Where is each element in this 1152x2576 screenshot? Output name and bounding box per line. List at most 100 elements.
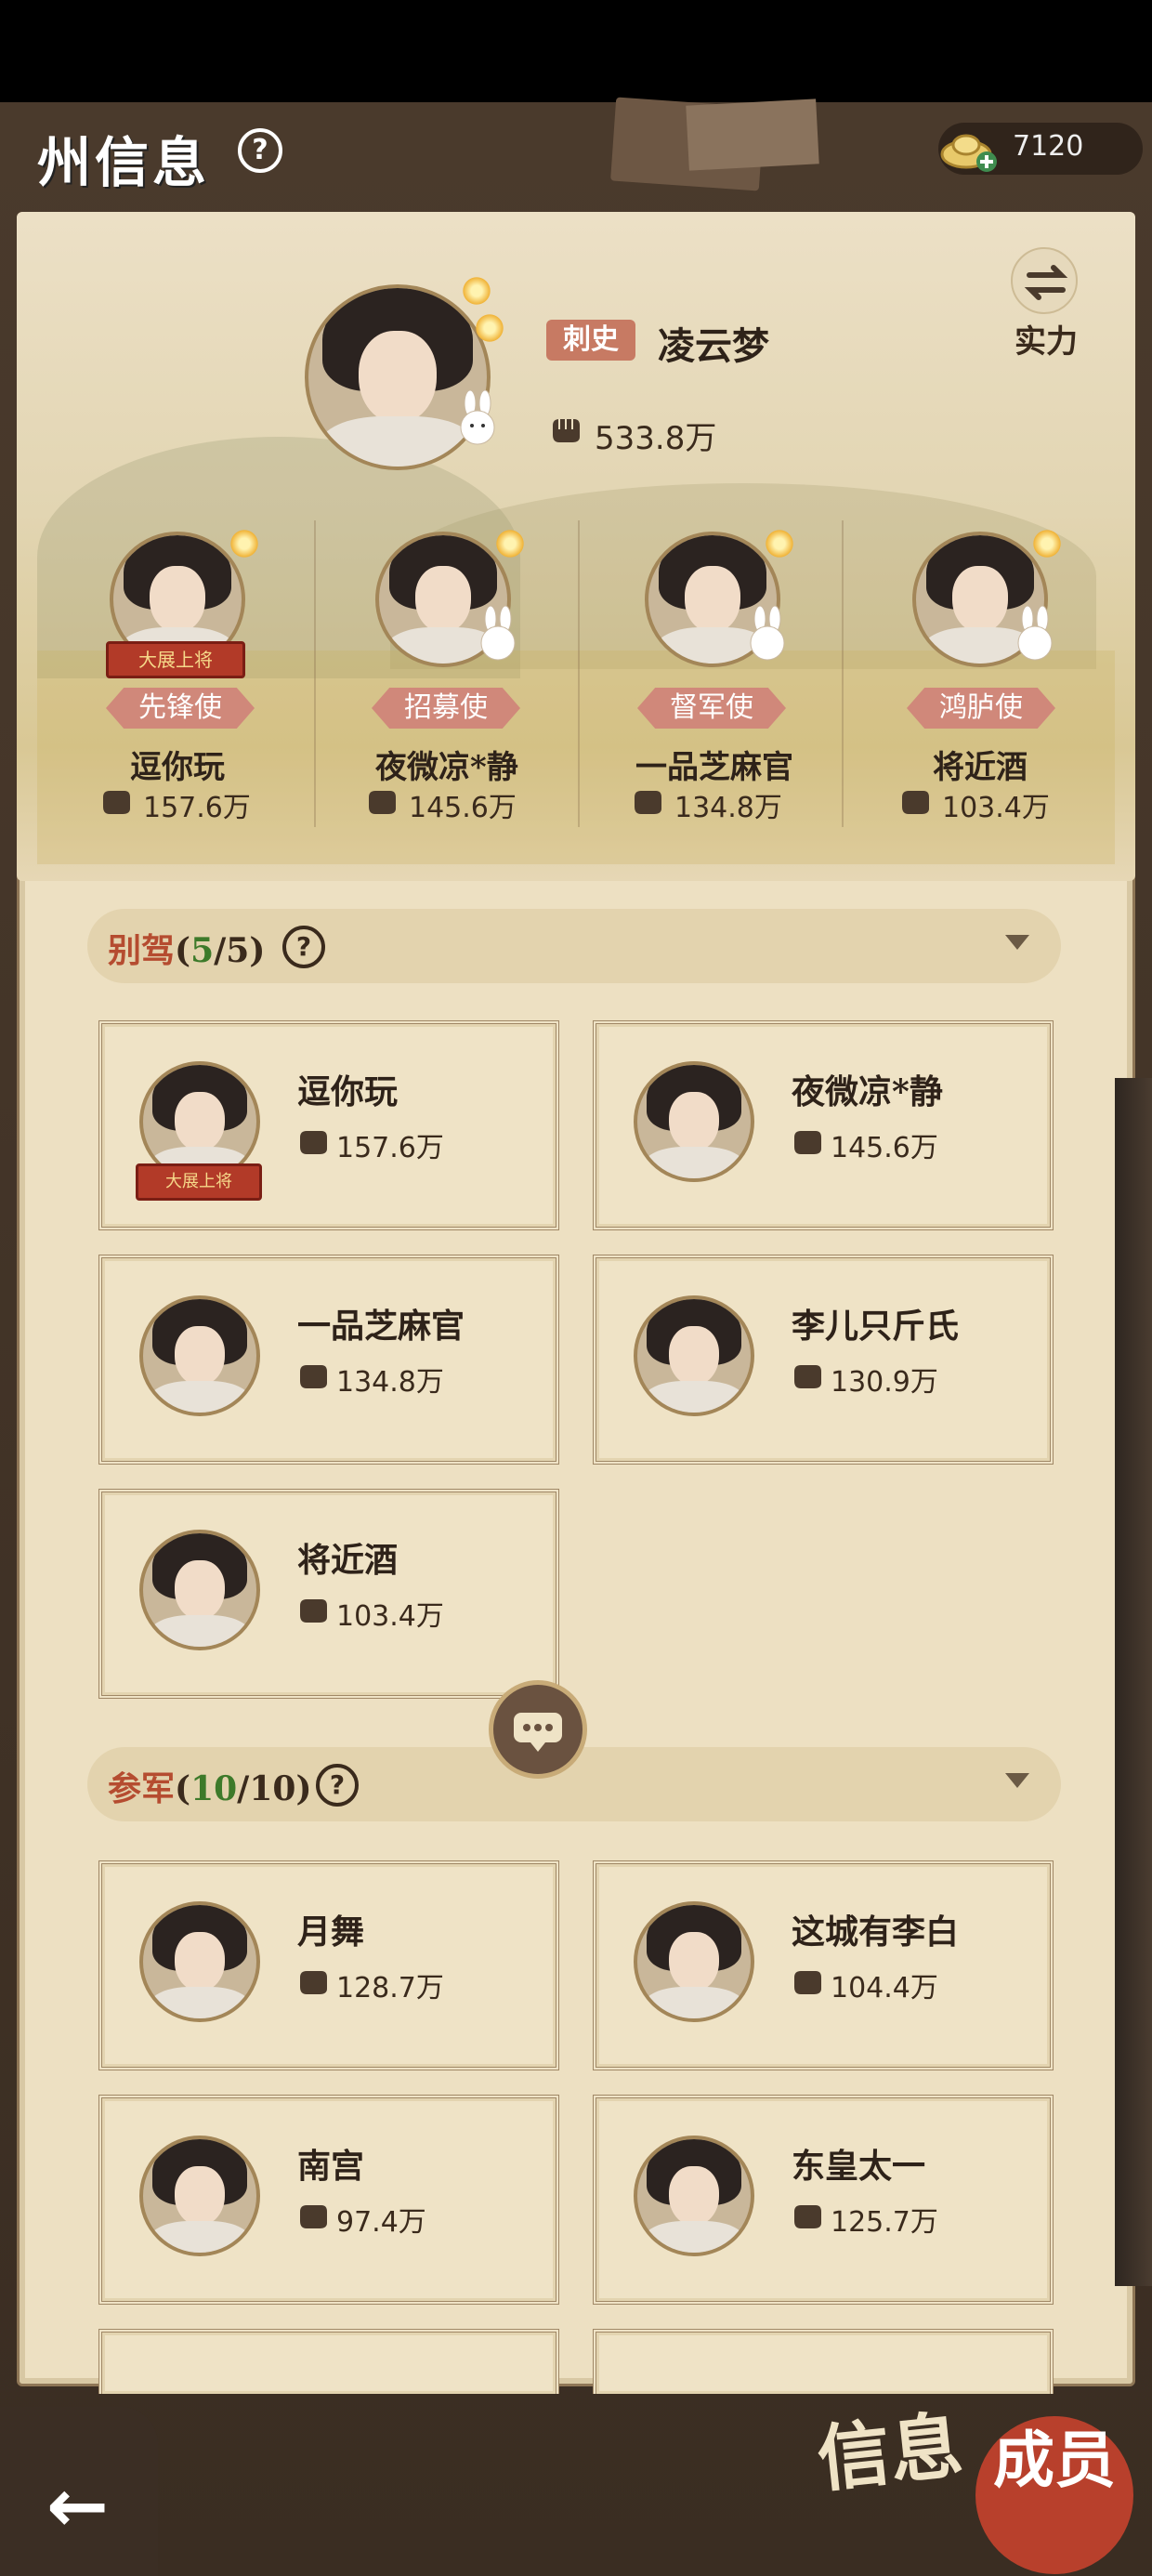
- title-banner: 大展上将: [136, 1163, 262, 1201]
- member-card[interactable]: 东皇太一 125.7万: [593, 2095, 1054, 2305]
- help-icon[interactable]: ?: [316, 1764, 359, 1807]
- avatar: [634, 1295, 754, 1416]
- deputy-power: 103.4万: [942, 792, 1050, 824]
- status-bar: [0, 0, 1152, 102]
- member-name: 逗你玩: [297, 1072, 399, 1111]
- member-power: 103.4万: [336, 1600, 444, 1633]
- bunny-pet-icon: [480, 606, 516, 661]
- deputy-name: 夜微凉*静: [375, 749, 518, 786]
- sort-toggle-label[interactable]: 实力: [1015, 316, 1078, 361]
- swap-arrows-icon: [1024, 265, 1068, 300]
- help-icon[interactable]: ?: [282, 926, 325, 968]
- deputy-role-tag: 鸿胪使: [907, 688, 1055, 729]
- deputy-name: 一品芝麻官: [635, 749, 793, 786]
- member-name: 这城有李白: [792, 1912, 960, 1952]
- member-power: 97.4万: [336, 2206, 426, 2239]
- flower-decoration: [474, 312, 505, 344]
- member-name: 一品芝麻官: [297, 1307, 465, 1346]
- member-card[interactable]: 一品芝麻官 134.8万: [98, 1255, 559, 1465]
- bunny-pet-icon: [460, 390, 495, 445]
- member-name: 东皇太一: [792, 2147, 926, 2186]
- back-arrow-icon[interactable]: ←: [46, 2463, 109, 2549]
- section-title: 别驾(5/5): [108, 931, 266, 970]
- fist-icon: [794, 1971, 821, 1994]
- avatar: [139, 1901, 260, 2022]
- fist-icon: [103, 791, 130, 814]
- leader-power: 533.8万: [595, 420, 717, 457]
- section-total: 5: [226, 931, 250, 970]
- tab-info[interactable]: 信息: [814, 2403, 967, 2503]
- help-icon[interactable]: ?: [238, 128, 282, 173]
- flower-decoration: [764, 528, 795, 559]
- leader-role-tag: 刺史: [546, 320, 635, 361]
- section-title: 参军(10/10): [108, 1769, 312, 1808]
- sort-toggle-button[interactable]: [1011, 247, 1078, 314]
- member-power: 128.7万: [336, 1972, 444, 2004]
- avatar: [139, 1295, 260, 1416]
- deputy-name: 逗你玩: [130, 749, 225, 786]
- member-card[interactable]: 大展上将 逗你玩 157.6万: [98, 1020, 559, 1230]
- avatar: [139, 1530, 260, 1650]
- fist-icon: [794, 1131, 821, 1154]
- chat-bubble-icon: [514, 1713, 562, 1752]
- chevron-down-icon[interactable]: [1005, 1773, 1029, 1788]
- avatar: [139, 2136, 260, 2256]
- deputy-power: 157.6万: [143, 792, 251, 824]
- member-power: 145.6万: [831, 1132, 938, 1164]
- avatar: [634, 1061, 754, 1182]
- chat-button[interactable]: [489, 1680, 587, 1779]
- column-divider: [314, 520, 316, 827]
- member-power: 157.6万: [336, 1132, 444, 1164]
- leader-name: 凌云梦: [658, 324, 769, 368]
- currency-value: 7120: [1013, 130, 1084, 163]
- member-card[interactable]: 月舞 128.7万: [98, 1860, 559, 2070]
- member-card[interactable]: [593, 2329, 1054, 2394]
- member-name: 将近酒: [297, 1541, 399, 1580]
- member-card[interactable]: 这城有李白 104.4万: [593, 1860, 1054, 2070]
- fist-icon: [902, 791, 929, 814]
- fist-icon: [635, 791, 661, 814]
- section-total: 10: [249, 1769, 296, 1808]
- member-card[interactable]: 将近酒 103.4万: [98, 1489, 559, 1699]
- member-card[interactable]: 夜微凉*静 145.6万: [593, 1020, 1054, 1230]
- page-title: 州信息: [37, 131, 211, 194]
- avatar: [634, 2136, 754, 2256]
- brush-decoration: [1115, 1078, 1152, 2286]
- deputy-role-tag: 招募使: [372, 688, 520, 729]
- section-count: 5: [190, 931, 215, 970]
- column-divider: [578, 520, 580, 827]
- member-card[interactable]: 南宫 97.4万: [98, 2095, 559, 2305]
- fist-icon: [300, 1131, 327, 1154]
- chevron-down-icon[interactable]: [1005, 935, 1029, 950]
- section-count: 10: [190, 1769, 238, 1808]
- member-name: 李儿只斤氏: [792, 1307, 960, 1346]
- member-power: 134.8万: [336, 1366, 444, 1399]
- member-name: 月舞: [297, 1912, 365, 1952]
- fist-icon: [300, 1365, 327, 1388]
- deputy-role-tag: 督军使: [637, 688, 786, 729]
- fist-icon: [300, 1599, 327, 1623]
- fist-icon: [794, 2205, 821, 2228]
- member-name: 南宫: [297, 2147, 365, 2186]
- member-power: 125.7万: [831, 2206, 938, 2239]
- member-power: 130.9万: [831, 1366, 938, 1399]
- avatar: [634, 1901, 754, 2022]
- member-card[interactable]: [98, 2329, 559, 2394]
- deputy-power: 134.8万: [674, 792, 782, 824]
- fist-icon: [300, 2205, 327, 2228]
- fist-icon: [300, 1971, 327, 1994]
- member-name: 夜微凉*静: [792, 1072, 943, 1111]
- flower-decoration: [1031, 528, 1063, 559]
- desk-decoration: [686, 99, 819, 171]
- flower-decoration: [494, 528, 526, 559]
- tab-members[interactable]: 成员: [975, 2416, 1133, 2574]
- gold-ingot-icon: [940, 134, 997, 172]
- title-banner: 大展上将: [106, 641, 245, 678]
- bunny-pet-icon: [1017, 606, 1053, 661]
- column-divider: [842, 520, 844, 827]
- member-power: 104.4万: [831, 1972, 938, 2004]
- flower-decoration: [461, 275, 492, 307]
- fist-icon: [794, 1365, 821, 1388]
- deputy-role-tag: 先锋使: [106, 688, 255, 729]
- member-card[interactable]: 李儿只斤氏 130.9万: [593, 1255, 1054, 1465]
